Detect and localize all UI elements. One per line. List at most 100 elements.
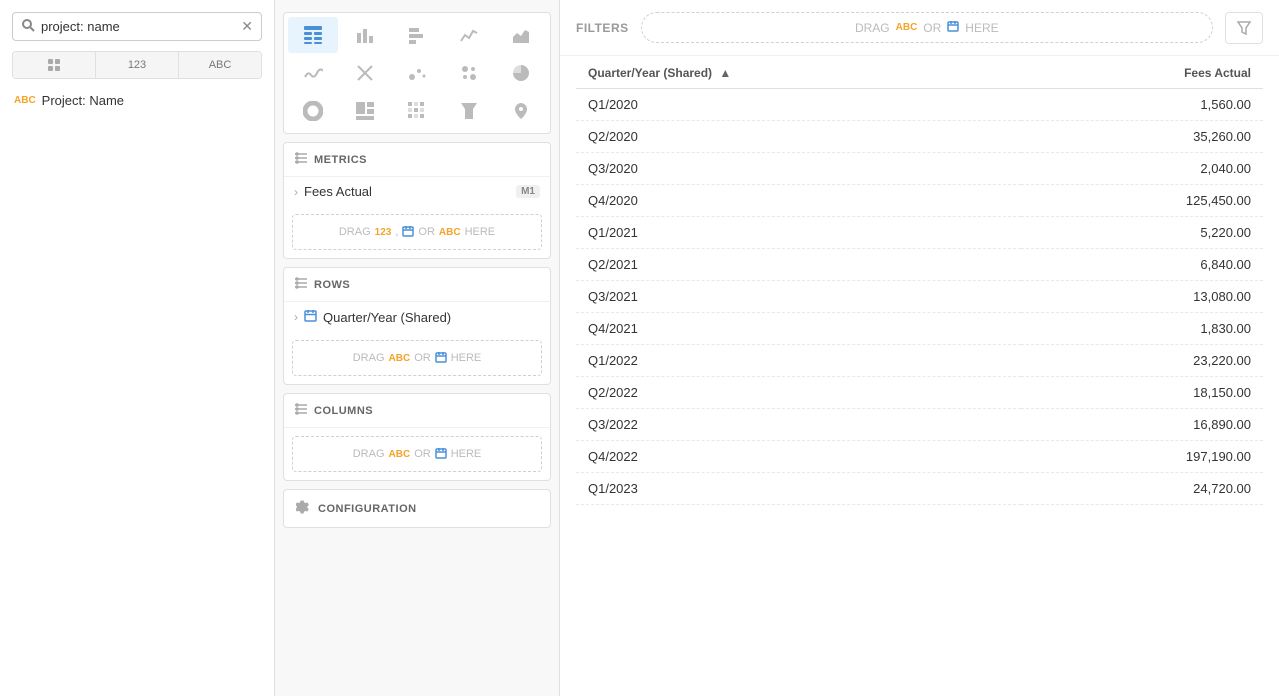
search-input[interactable]: project: name (41, 19, 235, 34)
field-item-project-name[interactable]: ABC Project: Name (12, 89, 262, 112)
table-row: Q1/2022 23,220.00 (576, 345, 1263, 377)
type-btn-text-label: ABC (209, 59, 232, 71)
columns-drag-or: OR (414, 448, 431, 460)
rows-label: ROWS (314, 279, 350, 291)
rows-section: ROWS › Quarter/Year (Shared) DRAG ABC OR (283, 267, 551, 385)
table-row: Q2/2022 18,150.00 (576, 377, 1263, 409)
cell-quarter: Q2/2020 (576, 121, 1021, 153)
table-row: Q3/2020 2,040.00 (576, 153, 1263, 185)
table-row: Q4/2020 125,450.00 (576, 185, 1263, 217)
cell-fees: 197,190.00 (1021, 441, 1263, 473)
metrics-list-icon (294, 151, 308, 168)
rows-drag-label: DRAG (353, 352, 385, 364)
metric-fees-actual[interactable]: › Fees Actual M1 (284, 177, 550, 206)
metrics-drag-abc2: ABC (439, 227, 461, 238)
cell-fees: 23,220.00 (1021, 345, 1263, 377)
chart-icon-treemap[interactable] (340, 93, 390, 129)
row-chevron-icon: › (294, 310, 298, 324)
rows-drag-abc: ABC (389, 353, 411, 364)
field-name-project: Project: Name (42, 93, 124, 108)
chart-icons-grid (283, 12, 551, 134)
chart-icon-funnel[interactable] (444, 93, 494, 129)
cell-quarter: Q4/2022 (576, 441, 1021, 473)
table-row: Q2/2021 6,840.00 (576, 249, 1263, 281)
chart-icon-heatmap[interactable] (392, 93, 442, 129)
chart-icon-pie[interactable] (496, 55, 546, 91)
chart-icon-bar[interactable] (340, 17, 390, 53)
col-header-quarter[interactable]: Quarter/Year (Shared) ▲ (576, 56, 1021, 89)
filter-funnel-button[interactable] (1225, 12, 1263, 44)
left-panel: project: name ✕ 123 ABC ABC Project: Nam… (0, 0, 275, 696)
metrics-comma: , (395, 226, 398, 238)
col-fees-label: Fees Actual (1184, 66, 1251, 80)
cell-fees: 18,150.00 (1021, 377, 1263, 409)
type-btn-grid[interactable] (13, 52, 96, 78)
cell-fees: 6,840.00 (1021, 249, 1263, 281)
metric-fees-badge: M1 (516, 185, 540, 198)
filters-drag-here: HERE (965, 21, 998, 35)
rows-drag-cal (435, 351, 447, 366)
chart-icon-donut[interactable] (288, 93, 338, 129)
metrics-drag-area: DRAG 123 , OR ABC HERE (292, 214, 542, 250)
cell-quarter: Q1/2020 (576, 89, 1021, 121)
search-icon (21, 18, 35, 35)
chart-icon-cross[interactable] (340, 55, 390, 91)
cell-quarter: Q3/2021 (576, 281, 1021, 313)
type-btn-number-label: 123 (128, 59, 146, 71)
cell-fees: 16,890.00 (1021, 409, 1263, 441)
metrics-drag-abc: 123 (375, 227, 392, 238)
table-row: Q2/2020 35,260.00 (576, 121, 1263, 153)
sort-asc-icon: ▲ (719, 66, 731, 80)
table-row: Q4/2021 1,830.00 (576, 313, 1263, 345)
configuration-block[interactable]: CONFIGURATION (283, 489, 551, 528)
filters-drag-cal (947, 20, 959, 35)
cell-fees: 2,040.00 (1021, 153, 1263, 185)
metric-fees-name: Fees Actual (304, 184, 372, 199)
cell-quarter: Q3/2020 (576, 153, 1021, 185)
columns-drag-area: DRAG ABC OR HERE (292, 436, 542, 472)
table-row: Q1/2023 24,720.00 (576, 473, 1263, 505)
chart-icon-wave[interactable] (288, 55, 338, 91)
col-quarter-label: Quarter/Year (Shared) (588, 66, 712, 80)
type-btn-text[interactable]: ABC (179, 52, 261, 78)
chart-icon-scatter[interactable] (392, 55, 442, 91)
chart-icon-map[interactable] (496, 93, 546, 129)
metrics-label: METRICS (314, 154, 367, 166)
metrics-section: METRICS › Fees Actual M1 DRAG 123 , OR (283, 142, 551, 259)
row-quarter-name: Quarter/Year (Shared) (323, 310, 451, 325)
cell-quarter: Q1/2021 (576, 217, 1021, 249)
table-row: Q1/2021 5,220.00 (576, 217, 1263, 249)
type-buttons: 123 ABC (12, 51, 262, 79)
cell-fees: 1,830.00 (1021, 313, 1263, 345)
cell-fees: 1,560.00 (1021, 89, 1263, 121)
columns-drag-here: HERE (451, 448, 482, 460)
table-row: Q3/2021 13,080.00 (576, 281, 1263, 313)
field-type-abc: ABC (14, 95, 36, 106)
chart-icon-bar-h[interactable] (392, 17, 442, 53)
metric-fees-left: › Fees Actual (294, 184, 372, 199)
chart-icon-line[interactable] (444, 17, 494, 53)
cell-quarter: Q4/2021 (576, 313, 1021, 345)
col-header-fees[interactable]: Fees Actual (1021, 56, 1263, 89)
metrics-drag-or: OR (418, 226, 435, 238)
chart-icon-area[interactable] (496, 17, 546, 53)
columns-drag-abc: ABC (389, 449, 411, 460)
chart-icon-table[interactable] (288, 17, 338, 53)
metrics-drag-here: HERE (465, 226, 496, 238)
cell-quarter: Q4/2020 (576, 185, 1021, 217)
cell-fees: 125,450.00 (1021, 185, 1263, 217)
row-cal-icon (304, 309, 317, 325)
middle-panel: METRICS › Fees Actual M1 DRAG 123 , OR (275, 0, 560, 696)
row-quarter-year[interactable]: › Quarter/Year (Shared) (284, 302, 550, 332)
type-btn-number[interactable]: 123 (96, 52, 179, 78)
chart-icon-pie-dot[interactable] (444, 55, 494, 91)
close-icon[interactable]: ✕ (241, 18, 253, 35)
cell-quarter: Q1/2022 (576, 345, 1021, 377)
metrics-header: METRICS (284, 143, 550, 177)
cell-fees: 13,080.00 (1021, 281, 1263, 313)
rows-drag-or: OR (414, 352, 431, 364)
columns-list-icon (294, 402, 308, 419)
cell-fees: 5,220.00 (1021, 217, 1263, 249)
metrics-drag-cal (402, 225, 414, 240)
columns-section: COLUMNS DRAG ABC OR HERE (283, 393, 551, 481)
